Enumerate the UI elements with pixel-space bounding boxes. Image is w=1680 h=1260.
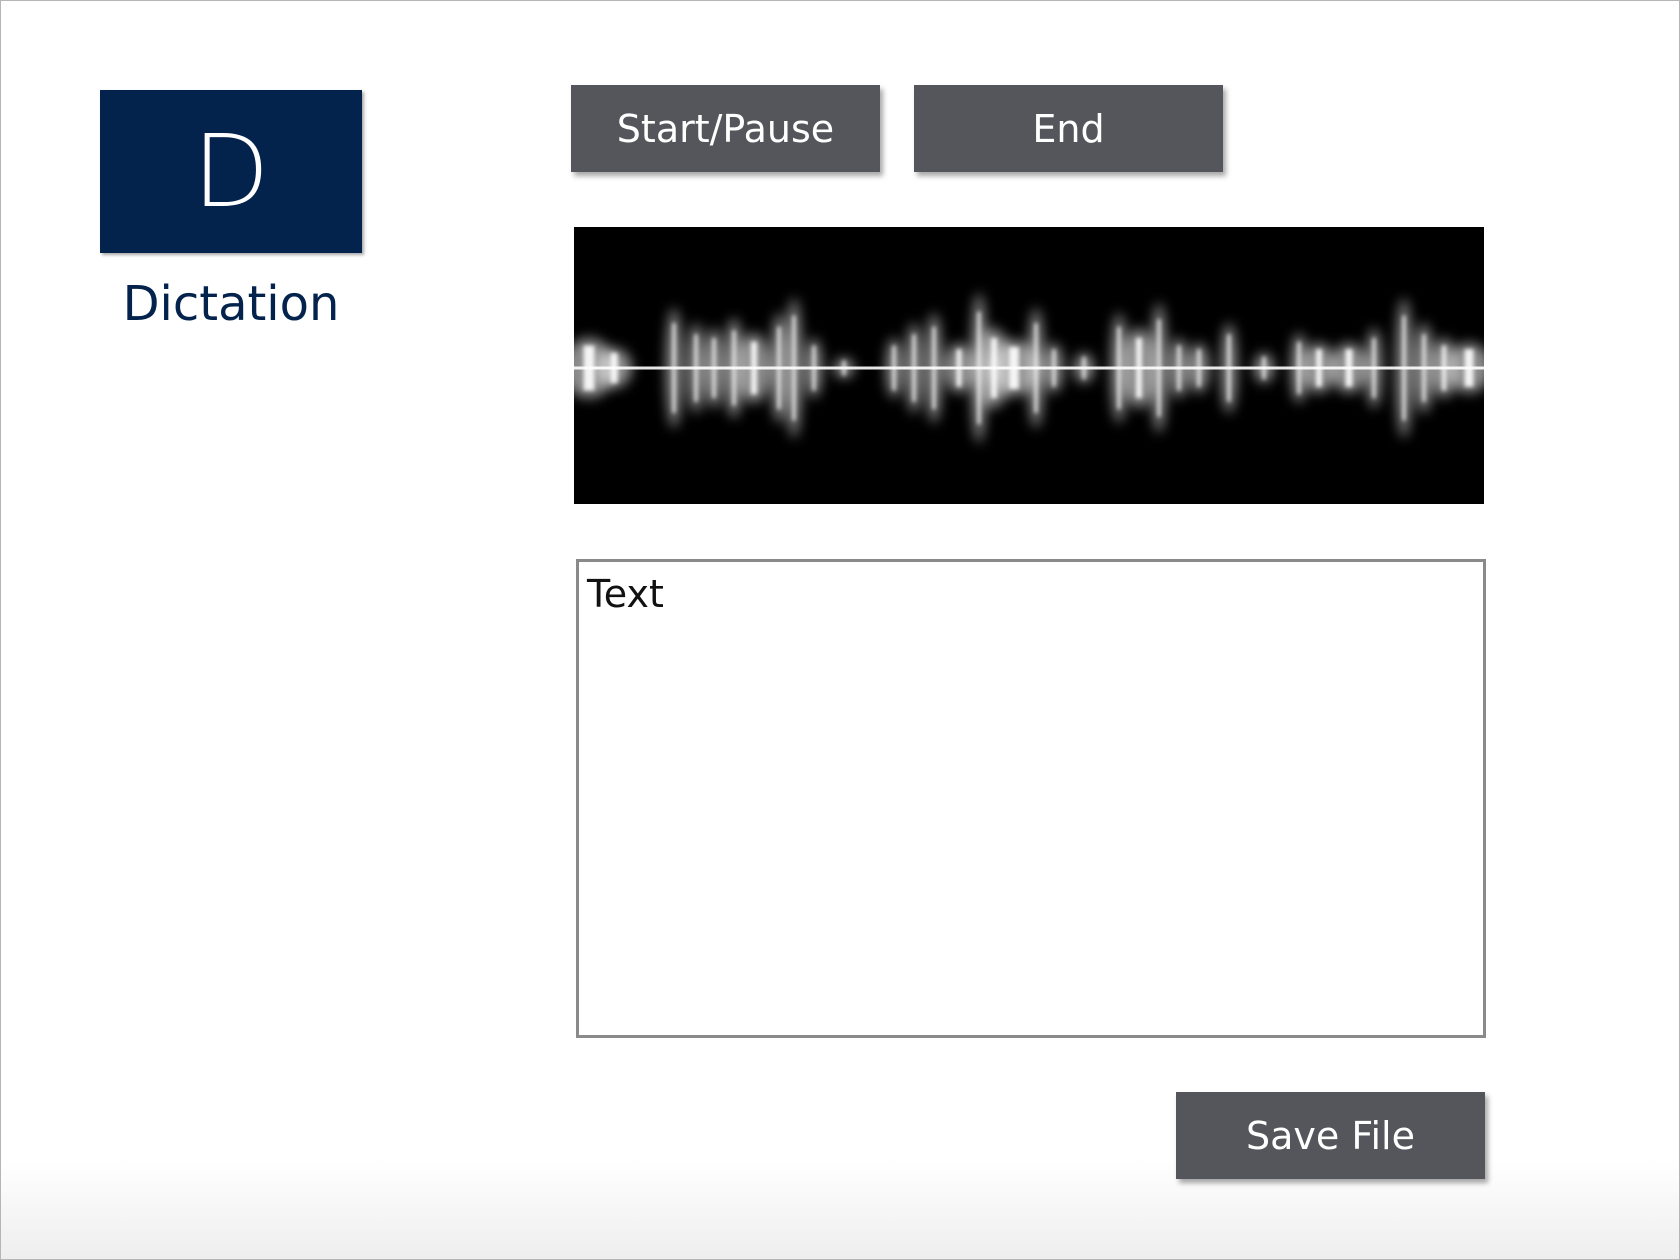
end-button[interactable]: End <box>914 85 1223 172</box>
save-file-button[interactable]: Save File <box>1176 1092 1485 1179</box>
start-pause-button[interactable]: Start/Pause <box>571 85 880 172</box>
transcription-text: Text <box>587 572 664 616</box>
transcription-text-area[interactable]: Text <box>576 559 1486 1038</box>
app-logo: D <box>100 90 362 253</box>
app-title: Dictation <box>122 276 340 332</box>
logo-letter: D <box>192 112 270 230</box>
audio-waveform <box>574 227 1484 504</box>
